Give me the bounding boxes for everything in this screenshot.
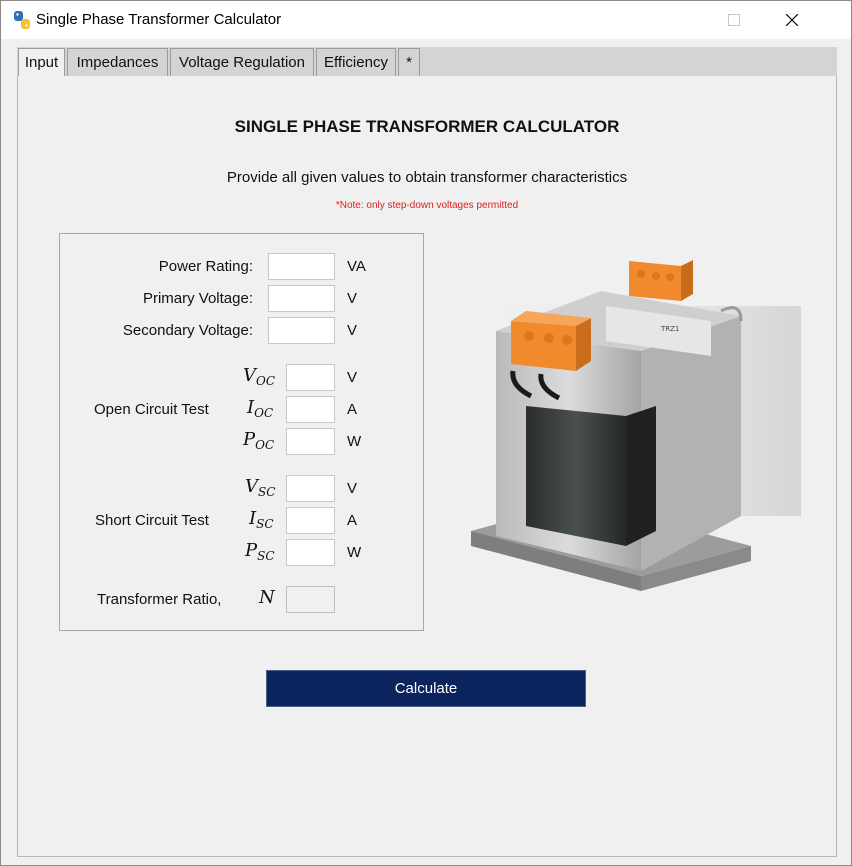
voc-symbol: VOC [243,365,275,388]
power-rating-label: Power Rating: [158,258,253,275]
psc-symbol: PSC [245,540,275,563]
isc-unit: A [347,512,358,529]
isc-symbol: ISC [249,508,274,531]
tab-efficiency[interactable]: Efficiency [316,48,396,76]
power-rating-unit: VA [347,258,366,275]
isc-input[interactable] [286,507,335,534]
voc-unit: V [347,369,358,386]
secondary-voltage-input[interactable] [268,317,335,344]
ratio-symbol: N [259,587,275,608]
close-button[interactable] [763,1,821,39]
calculate-button[interactable]: Calculate [266,670,586,707]
primary-voltage-label: Primary Voltage: [142,290,253,307]
page-subtitle: Provide all given values to obtain trans… [226,169,628,186]
isc-symbol-sub: SC [256,517,274,531]
warning-note: *Note: only step-down voltages permitted [335,200,519,211]
poc-symbol: POC [243,429,274,452]
transformer-image: TRZ1 [451,260,801,591]
app-logo-icon [14,11,30,29]
page-title: SINGLE PHASE TRANSFORMER CALCULATOR [234,117,620,136]
maximize-button[interactable] [705,1,763,39]
primary-voltage-input[interactable] [268,285,335,312]
ioc-symbol: IOC [247,397,273,420]
poc-unit: W [347,433,362,450]
minimize-icon [670,19,682,21]
ioc-unit: A [347,401,358,418]
tab-bar: Input Impedances Voltage Regulation Effi… [17,47,837,78]
vsc-input[interactable] [286,475,335,502]
vsc-symbol-sub: SC [258,485,276,499]
app-window: Single Phase Transformer Calculator Inpu… [0,0,852,866]
tab-impedances[interactable]: Impedances [67,48,168,76]
ratio-label: Transformer Ratio, [97,591,222,608]
poc-symbol-sub: OC [255,438,275,452]
tab-voltage-regulation[interactable]: Voltage Regulation [170,48,314,76]
voc-symbol-sub: OC [256,374,276,388]
secondary-voltage-unit: V [347,322,358,339]
tab-extra[interactable]: * [398,48,420,76]
psc-symbol-sub: SC [257,549,275,563]
short-circuit-label: Short Circuit Test [95,512,209,529]
primary-voltage-unit: V [347,290,358,307]
vsc-symbol-main: V [245,476,258,497]
minimize-button[interactable] [647,1,705,39]
svg-text:TRZ1: TRZ1 [660,325,679,333]
window-title: Single Phase Transformer Calculator [36,11,282,28]
ioc-input[interactable] [286,396,335,423]
vsc-unit: V [347,480,358,497]
open-circuit-label: Open Circuit Test [94,401,209,418]
secondary-voltage-label: Secondary Voltage: [122,322,253,339]
vsc-symbol: VSC [245,476,275,499]
close-icon [786,14,798,26]
psc-input[interactable] [286,539,335,566]
voc-input[interactable] [286,364,335,391]
ioc-symbol-sub: OC [254,406,274,420]
maximize-icon [728,14,740,26]
ratio-output [286,586,335,613]
title-bar: Single Phase Transformer Calculator [1,1,851,39]
poc-input[interactable] [286,428,335,455]
power-rating-input[interactable] [268,253,335,280]
psc-unit: W [347,544,362,561]
tab-input[interactable]: Input [18,48,65,78]
poc-symbol-main: P [243,429,256,450]
voc-symbol-main: V [243,365,256,386]
psc-symbol-main: P [245,540,258,561]
